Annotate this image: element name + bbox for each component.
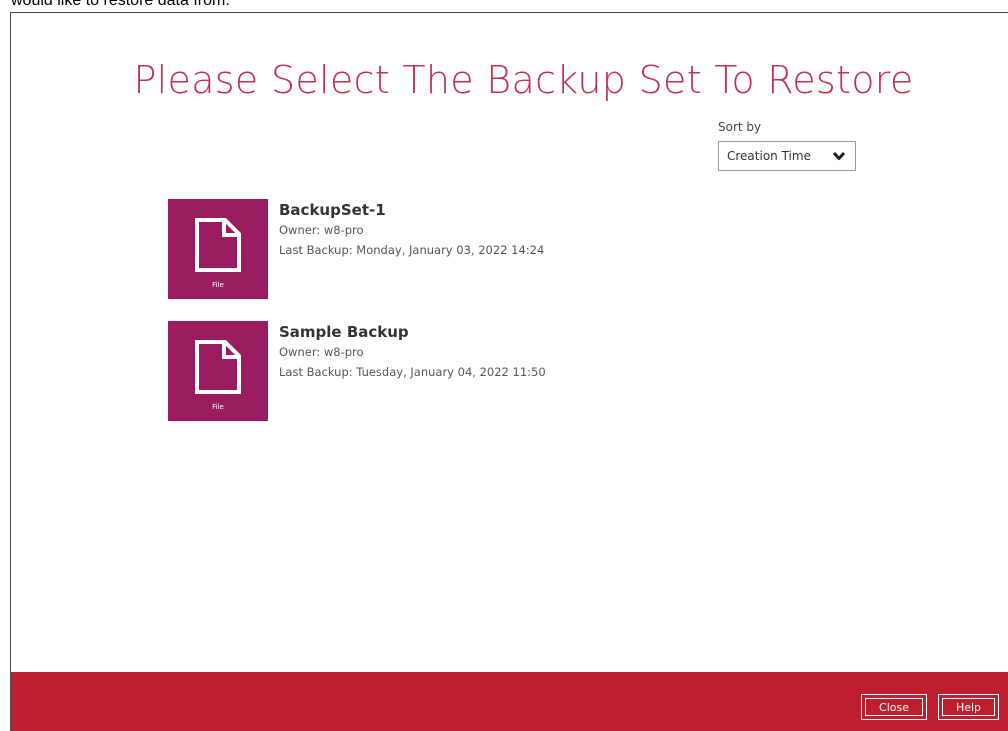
sort-selected-value: Creation Time — [727, 149, 811, 163]
backup-set-owner: Owner: w8-pro — [279, 223, 364, 237]
file-icon — [195, 218, 241, 272]
backup-set-owner: Owner: w8-pro — [279, 345, 364, 359]
document-caption: would like to restore data from. — [11, 0, 230, 9]
footer-bar: Close Help — [11, 672, 1008, 731]
backup-set-name: BackupSet-1 — [279, 201, 386, 219]
backup-type-label: File — [212, 281, 224, 289]
backup-set-item[interactable]: File BackupSet-1 Owner: w8-pro Last Back… — [168, 199, 728, 299]
close-button[interactable]: Close — [861, 694, 927, 720]
restore-window: Please Select The Backup Set To Restore … — [10, 12, 1008, 731]
sort-label: Sort by — [718, 120, 762, 134]
backup-type-label: File — [212, 403, 224, 411]
close-button-border — [865, 698, 923, 716]
page-title: Please Select The Backup Set To Restore — [133, 58, 914, 102]
backup-set-last-backup: Last Backup: Monday, January 03, 2022 14… — [279, 243, 545, 257]
page: would like to restore data from. Please … — [0, 0, 1008, 731]
help-button[interactable]: Help — [938, 694, 999, 720]
backup-set-item[interactable]: File Sample Backup Owner: w8-pro Last Ba… — [168, 321, 728, 421]
backup-set-name: Sample Backup — [279, 323, 409, 341]
sort-dropdown[interactable]: Creation Time — [718, 141, 856, 171]
backup-set-last-backup: Last Backup: Tuesday, January 04, 2022 1… — [279, 365, 546, 379]
chevron-down-icon — [833, 151, 845, 160]
help-button-border — [942, 698, 995, 716]
backup-set-tile[interactable]: File — [168, 199, 268, 299]
backup-set-tile[interactable]: File — [168, 321, 268, 421]
file-icon — [195, 340, 241, 394]
